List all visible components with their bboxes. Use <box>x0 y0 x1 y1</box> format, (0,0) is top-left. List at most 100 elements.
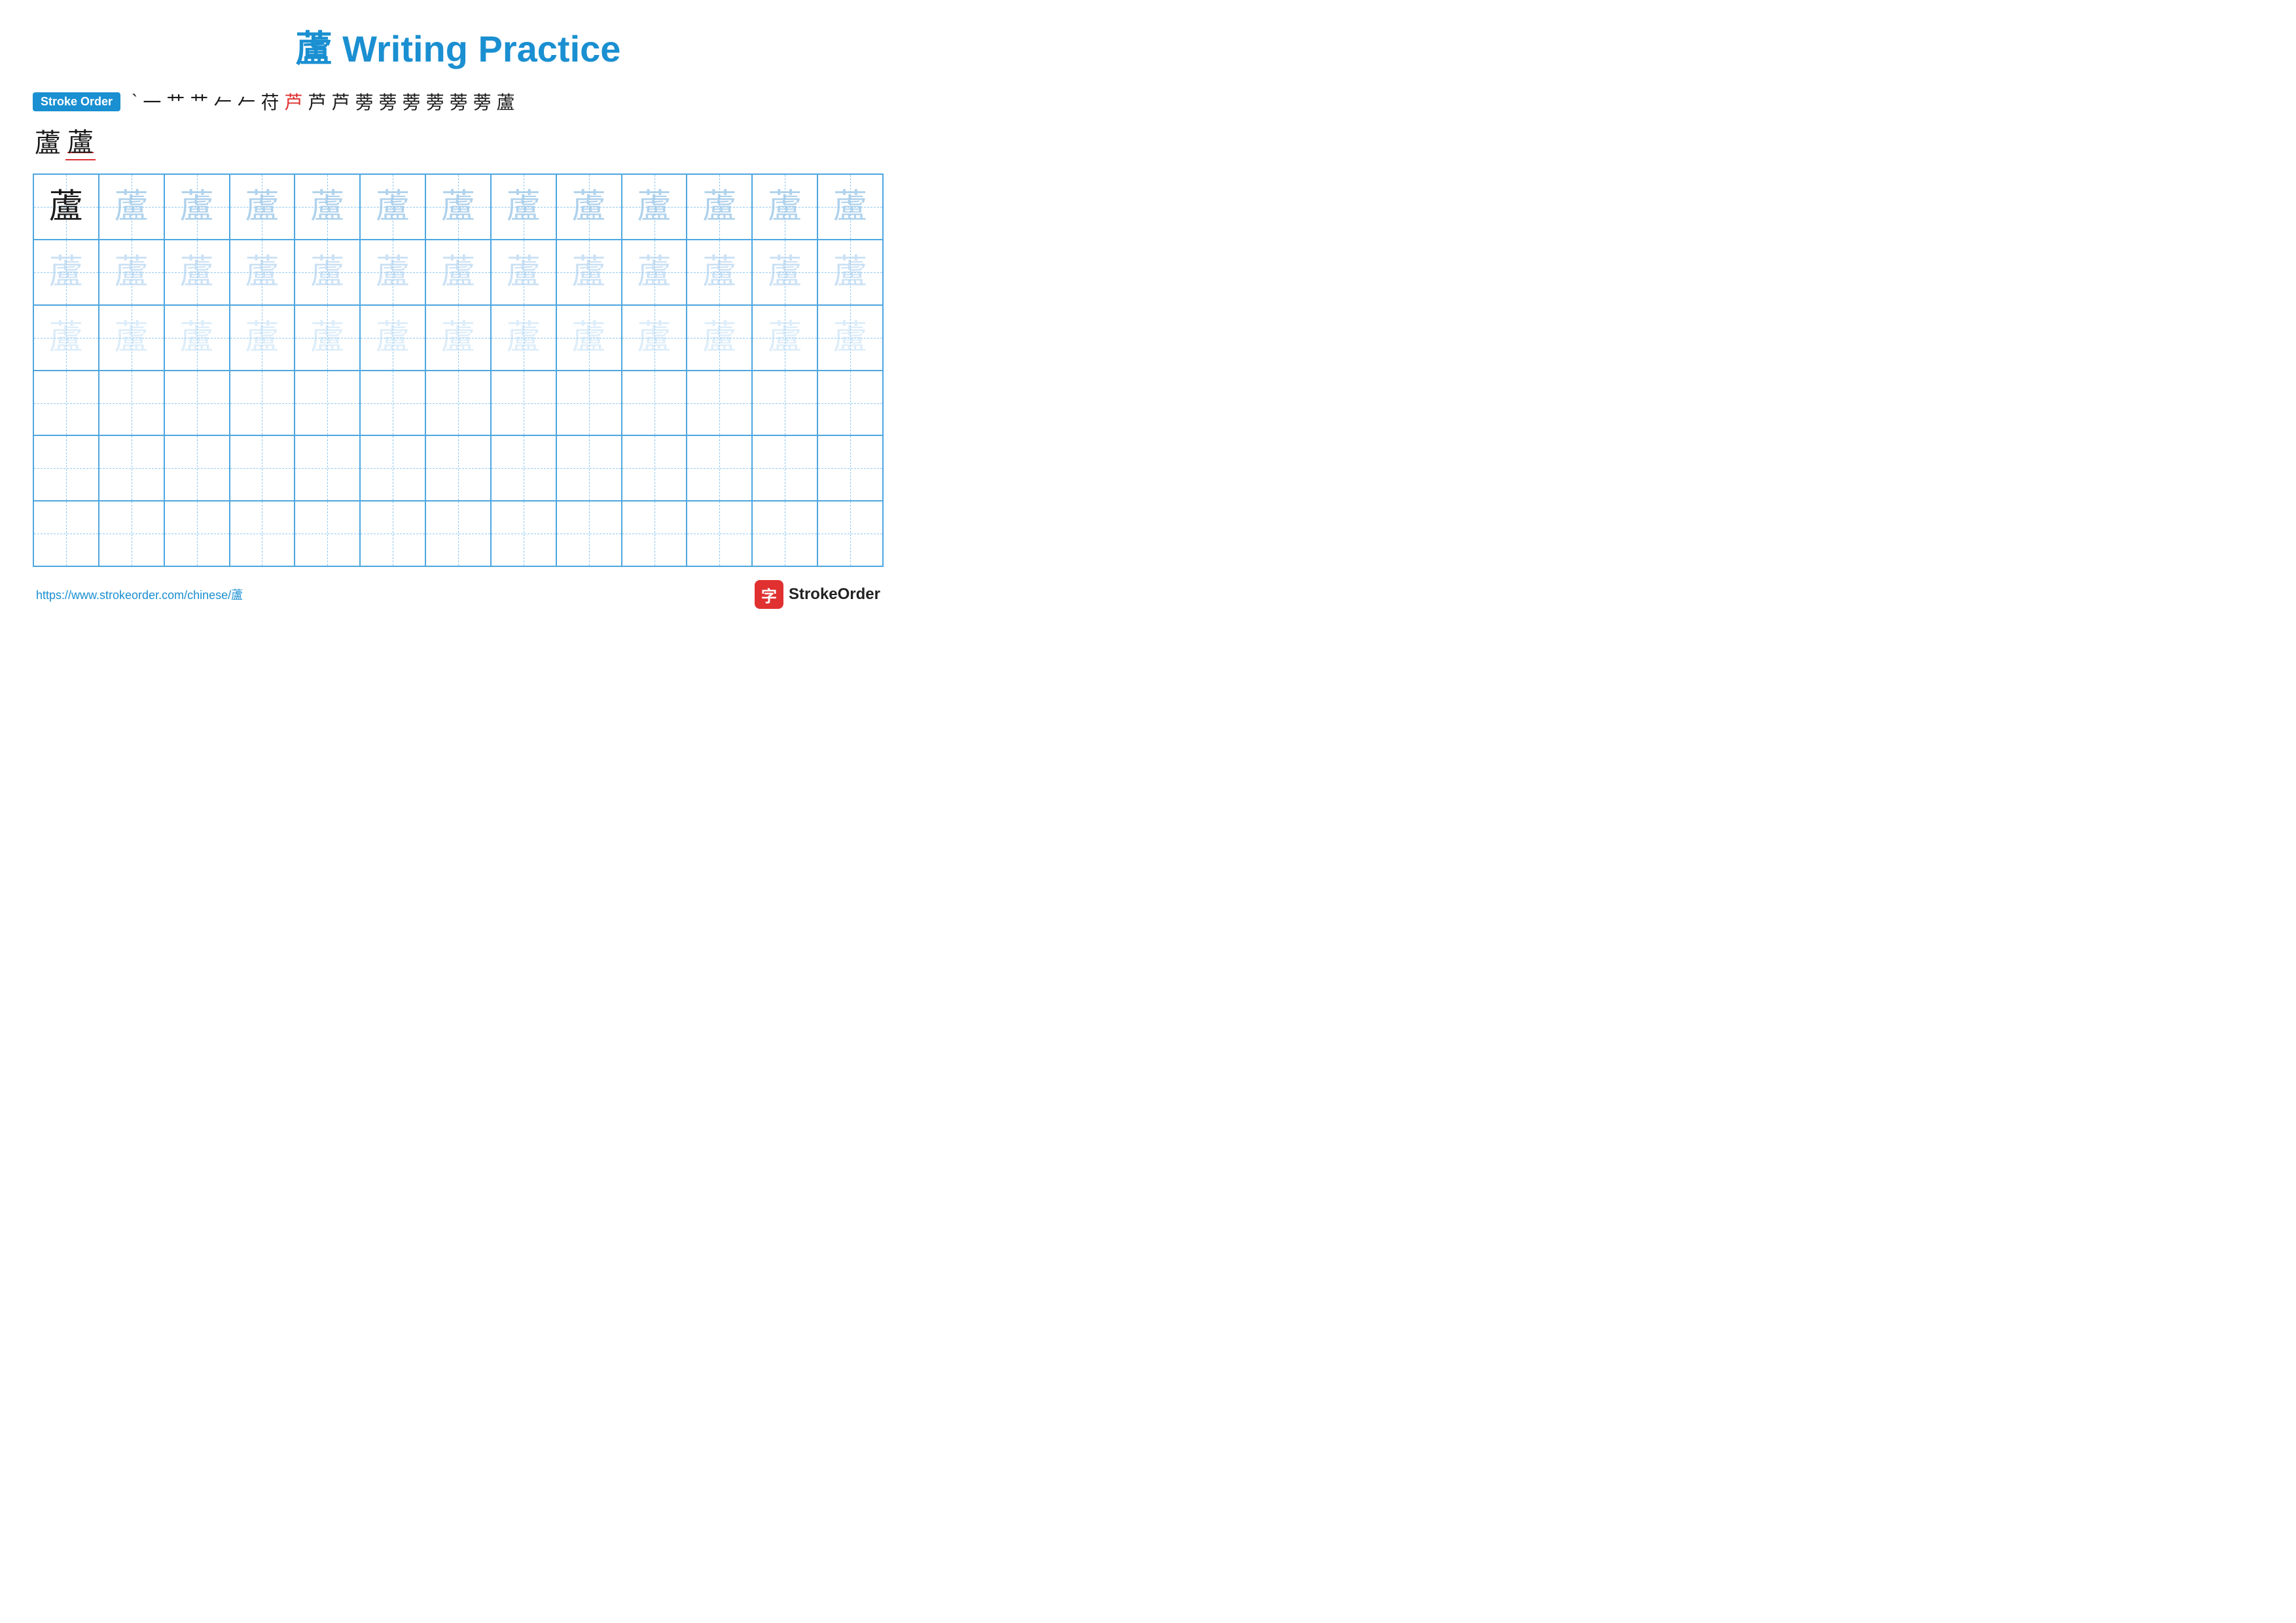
grid-cell-r1c1[interactable]: 蘆 <box>99 240 164 305</box>
grid-cell-r2c10[interactable]: 蘆 <box>687 305 752 371</box>
stroke-15: 蒡 <box>448 88 470 115</box>
grid-cell-r5c12[interactable] <box>817 501 883 566</box>
stroke-chars: ` 一 艹 艹 𠂉 𠂉 苻 芦 芦 芦 蒡 蒡 蒡 蒡 蒡 蒡 蘆 <box>130 88 517 115</box>
grid-cell-r1c6[interactable]: 蘆 <box>425 240 491 305</box>
grid-cell-r4c9[interactable] <box>622 435 687 501</box>
grid-cell-r2c8[interactable]: 蘆 <box>556 305 622 371</box>
grid-cell-r3c2[interactable] <box>164 371 230 436</box>
stroke-11: 蒡 <box>353 88 376 115</box>
grid-cell-r5c8[interactable] <box>556 501 622 566</box>
grid-cell-r1c11[interactable]: 蘆 <box>752 240 817 305</box>
grid-cell-r5c2[interactable] <box>164 501 230 566</box>
grid-cell-r0c2[interactable]: 蘆 <box>164 174 230 240</box>
grid-cell-r5c5[interactable] <box>360 501 425 566</box>
grid-cell-r1c8[interactable]: 蘆 <box>556 240 622 305</box>
grid-cell-r0c7[interactable]: 蘆 <box>491 174 556 240</box>
stroke-12: 蒡 <box>377 88 399 115</box>
page-title: 蘆 Writing Practice <box>33 20 884 73</box>
grid-cell-r4c5[interactable] <box>360 435 425 501</box>
stroke-13: 蒡 <box>401 88 423 115</box>
grid-cell-r3c5[interactable] <box>360 371 425 436</box>
grid-cell-r1c4[interactable]: 蘆 <box>295 240 360 305</box>
grid-cell-r4c12[interactable] <box>817 435 883 501</box>
stroke-5: 𠂉 <box>211 88 234 115</box>
grid-cell-r1c9[interactable]: 蘆 <box>622 240 687 305</box>
grid-cell-r2c1[interactable]: 蘆 <box>99 305 164 371</box>
stroke-6: 𠂉 <box>235 88 257 115</box>
grid-cell-r4c8[interactable] <box>556 435 622 501</box>
stroke-16: 蒡 <box>471 88 493 115</box>
grid-cell-r5c7[interactable] <box>491 501 556 566</box>
grid-cell-r3c11[interactable] <box>752 371 817 436</box>
grid-cell-r2c6[interactable]: 蘆 <box>425 305 491 371</box>
grid-cell-r0c4[interactable]: 蘆 <box>295 174 360 240</box>
grid-cell-r0c12[interactable]: 蘆 <box>817 174 883 240</box>
grid-cell-r1c3[interactable]: 蘆 <box>230 240 295 305</box>
grid-cell-r5c10[interactable] <box>687 501 752 566</box>
grid-cell-r2c3[interactable]: 蘆 <box>230 305 295 371</box>
grid-cell-r4c10[interactable] <box>687 435 752 501</box>
footer-link[interactable]: https://www.strokeorder.com/chinese/蘆 <box>36 586 243 603</box>
grid-cell-r5c11[interactable] <box>752 501 817 566</box>
grid-cell-r3c4[interactable] <box>295 371 360 436</box>
grid-cell-r0c10[interactable]: 蘆 <box>687 174 752 240</box>
grid-cell-r4c4[interactable] <box>295 435 360 501</box>
grid-cell-r0c3[interactable]: 蘆 <box>230 174 295 240</box>
title-text: Writing Practice <box>332 28 621 69</box>
grid-cell-r2c11[interactable]: 蘆 <box>752 305 817 371</box>
grid-cell-r1c0[interactable]: 蘆 <box>33 240 99 305</box>
grid-cell-r1c2[interactable]: 蘆 <box>164 240 230 305</box>
grid-cell-r0c11[interactable]: 蘆 <box>752 174 817 240</box>
grid-cell-r3c7[interactable] <box>491 371 556 436</box>
grid-cell-r1c7[interactable]: 蘆 <box>491 240 556 305</box>
grid-cell-r5c3[interactable] <box>230 501 295 566</box>
stroke-17: 蘆 <box>495 88 517 115</box>
grid-cell-r3c1[interactable] <box>99 371 164 436</box>
grid-cell-r3c3[interactable] <box>230 371 295 436</box>
grid-cell-r0c6[interactable]: 蘆 <box>425 174 491 240</box>
stroke-9: 芦 <box>306 88 328 115</box>
stroke-order-row2: 蘆 蘆 <box>33 121 884 160</box>
grid-cell-r5c1[interactable] <box>99 501 164 566</box>
grid-cell-r3c9[interactable] <box>622 371 687 436</box>
practice-grid: 蘆 蘆 蘆 蘆 蘆 蘆 蘆 蘆 蘆 蘆 蘆 蘆 蘆 蘆 蘆 蘆 蘆 蘆 蘆 蘆 … <box>33 173 884 567</box>
grid-cell-r2c7[interactable]: 蘆 <box>491 305 556 371</box>
grid-cell-r0c1[interactable]: 蘆 <box>99 174 164 240</box>
grid-cell-r4c3[interactable] <box>230 435 295 501</box>
grid-cell-r2c12[interactable]: 蘆 <box>817 305 883 371</box>
grid-cell-r2c9[interactable]: 蘆 <box>622 305 687 371</box>
grid-cell-r3c6[interactable] <box>425 371 491 436</box>
grid-cell-r2c2[interactable]: 蘆 <box>164 305 230 371</box>
grid-cell-r1c12[interactable]: 蘆 <box>817 240 883 305</box>
grid-cell-r4c7[interactable] <box>491 435 556 501</box>
practice-char: 蘆 <box>49 190 83 224</box>
grid-cell-r5c4[interactable] <box>295 501 360 566</box>
grid-cell-r1c10[interactable]: 蘆 <box>687 240 752 305</box>
grid-cell-r0c8[interactable]: 蘆 <box>556 174 622 240</box>
stroke-7: 苻 <box>259 88 281 115</box>
grid-cell-r0c5[interactable]: 蘆 <box>360 174 425 240</box>
stroke-r2-1: 蘆 <box>33 122 63 160</box>
grid-cell-r5c0[interactable] <box>33 501 99 566</box>
stroke-2: 一 <box>141 88 163 115</box>
grid-cell-r2c4[interactable]: 蘆 <box>295 305 360 371</box>
grid-cell-r4c2[interactable] <box>164 435 230 501</box>
grid-cell-r4c6[interactable] <box>425 435 491 501</box>
strokeorder-icon: 字 <box>755 580 783 609</box>
grid-cell-r4c0[interactable] <box>33 435 99 501</box>
grid-cell-r4c11[interactable] <box>752 435 817 501</box>
grid-cell-r1c5[interactable]: 蘆 <box>360 240 425 305</box>
grid-cell-r5c9[interactable] <box>622 501 687 566</box>
grid-cell-r3c0[interactable] <box>33 371 99 436</box>
grid-cell-r4c1[interactable] <box>99 435 164 501</box>
stroke-4: 艹 <box>188 88 210 115</box>
grid-cell-r0c0[interactable]: 蘆 <box>33 174 99 240</box>
footer: https://www.strokeorder.com/chinese/蘆 字 … <box>33 580 884 609</box>
grid-cell-r2c0[interactable]: 蘆 <box>33 305 99 371</box>
grid-cell-r0c9[interactable]: 蘆 <box>622 174 687 240</box>
grid-cell-r3c8[interactable] <box>556 371 622 436</box>
grid-cell-r3c10[interactable] <box>687 371 752 436</box>
grid-cell-r5c6[interactable] <box>425 501 491 566</box>
grid-cell-r3c12[interactable] <box>817 371 883 436</box>
grid-cell-r2c5[interactable]: 蘆 <box>360 305 425 371</box>
